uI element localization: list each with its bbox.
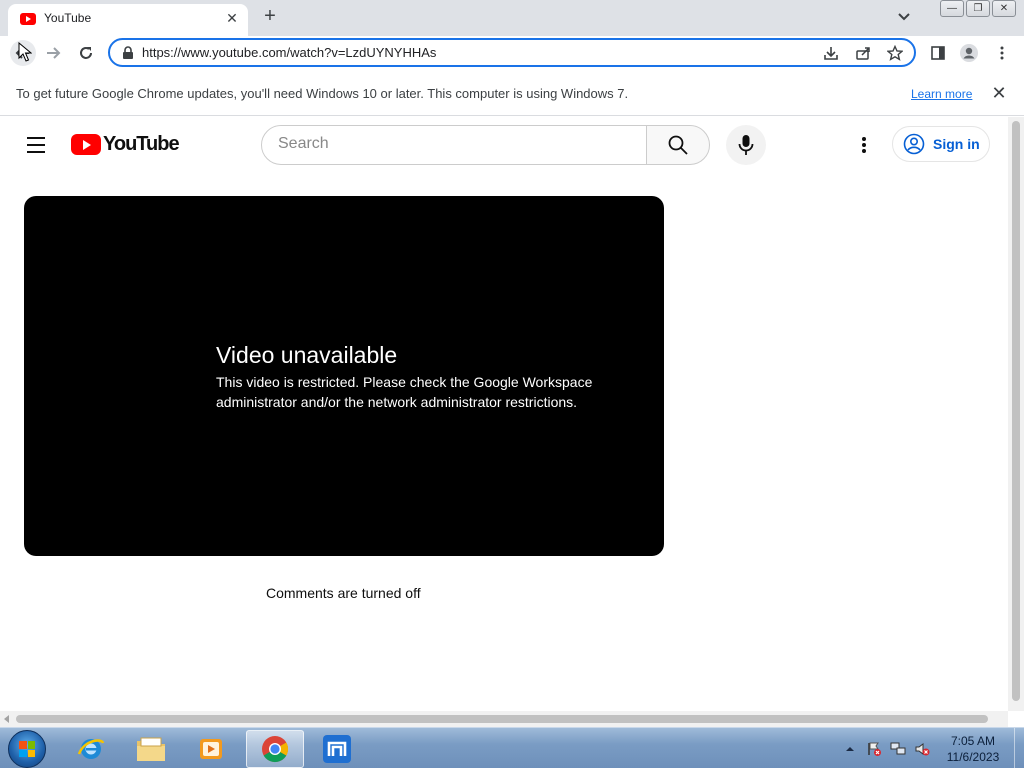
taskbar-media-player[interactable] bbox=[182, 730, 240, 768]
youtube-play-icon bbox=[71, 133, 101, 155]
sign-in-button[interactable]: Sign in bbox=[892, 126, 990, 162]
chrome-icon bbox=[262, 736, 289, 763]
tab-search-chevron-icon[interactable] bbox=[894, 6, 914, 26]
vertical-scroll-thumb[interactable] bbox=[1012, 121, 1020, 701]
maxthon-icon bbox=[323, 735, 351, 763]
microphone-icon bbox=[738, 135, 754, 155]
volume-muted-icon[interactable] bbox=[914, 741, 930, 757]
system-tray bbox=[842, 728, 930, 768]
install-download-icon[interactable] bbox=[820, 43, 842, 63]
scroll-left-icon[interactable] bbox=[4, 715, 9, 723]
taskbar-file-explorer[interactable] bbox=[122, 730, 180, 768]
internet-explorer-icon bbox=[77, 739, 105, 759]
taskbar-internet-explorer[interactable] bbox=[62, 730, 120, 768]
kebab-menu-icon bbox=[1000, 46, 1004, 60]
account-circle-icon bbox=[903, 133, 925, 155]
reload-icon bbox=[80, 47, 92, 59]
youtube-wordmark: YouTube bbox=[103, 132, 180, 155]
profile-button[interactable] bbox=[956, 40, 982, 66]
youtube-favicon-icon bbox=[20, 13, 36, 25]
start-button[interactable] bbox=[8, 730, 46, 768]
voice-search-button[interactable] bbox=[726, 125, 766, 165]
file-explorer-icon bbox=[137, 737, 165, 761]
mouse-cursor-icon bbox=[18, 42, 32, 62]
profile-avatar-icon bbox=[960, 44, 978, 62]
browser-toolbar: https://www.youtube.com/watch?v=LzdUYNYH… bbox=[0, 36, 1024, 70]
tab-close-icon[interactable]: ✕ bbox=[224, 10, 240, 26]
taskbar-clock[interactable]: 7:05 AM 11/6/2023 bbox=[938, 733, 1008, 765]
address-bar[interactable]: https://www.youtube.com/watch?v=LzdUYNYH… bbox=[108, 38, 916, 67]
taskbar-chrome[interactable] bbox=[246, 730, 304, 768]
windows-logo-icon bbox=[19, 741, 35, 757]
hamburger-icon bbox=[27, 137, 45, 139]
video-player[interactable]: Video unavailable This video is restrict… bbox=[24, 196, 664, 556]
video-error-message: This video is restricted. Please check t… bbox=[216, 374, 593, 410]
more-vertical-icon bbox=[862, 137, 866, 153]
forward-button[interactable] bbox=[40, 40, 66, 66]
close-window-button[interactable]: ✕ bbox=[992, 0, 1016, 17]
tab-strip: YouTube ✕ + — ❐ ✕ bbox=[0, 0, 1024, 36]
video-error-title: Video unavailable bbox=[216, 342, 398, 368]
search-box bbox=[261, 125, 647, 165]
clock-date: 11/6/2023 bbox=[946, 750, 1000, 764]
youtube-logo[interactable]: YouTube bbox=[71, 132, 180, 155]
share-icon[interactable] bbox=[852, 43, 874, 63]
lock-icon bbox=[123, 46, 133, 59]
network-icon[interactable] bbox=[890, 741, 906, 757]
omnibox-actions bbox=[820, 43, 906, 63]
tab-title: YouTube bbox=[44, 11, 92, 25]
horizontal-scroll-thumb[interactable] bbox=[16, 715, 988, 723]
side-panel-button[interactable] bbox=[925, 40, 951, 66]
minimize-button[interactable]: — bbox=[940, 0, 964, 17]
window-controls: — ❐ ✕ bbox=[940, 0, 1016, 18]
media-player-icon bbox=[200, 739, 222, 759]
restore-button[interactable]: ❐ bbox=[966, 0, 990, 17]
bookmark-star-icon[interactable] bbox=[884, 43, 906, 63]
guide-menu-button[interactable] bbox=[20, 129, 52, 161]
show-hidden-icons-icon[interactable] bbox=[842, 741, 858, 757]
learn-more-link[interactable]: Learn more bbox=[911, 87, 972, 101]
clock-time: 7:05 AM bbox=[950, 734, 996, 748]
search-button[interactable] bbox=[646, 125, 710, 165]
show-desktop-button[interactable] bbox=[1014, 728, 1024, 768]
new-tab-button[interactable]: + bbox=[258, 4, 282, 28]
sign-in-label: Sign in bbox=[933, 136, 980, 152]
infobar-close-icon[interactable]: ✕ bbox=[989, 83, 1009, 103]
comments-status: Comments are turned off bbox=[266, 585, 421, 601]
action-center-flag-icon[interactable] bbox=[866, 741, 882, 757]
infobar-message: To get future Google Chrome updates, you… bbox=[16, 86, 629, 101]
windows-taskbar: 7:05 AM 11/6/2023 bbox=[0, 727, 1024, 768]
side-panel-icon bbox=[931, 46, 945, 60]
forward-arrow-icon bbox=[47, 47, 61, 59]
reload-button[interactable] bbox=[73, 40, 99, 66]
settings-menu-button[interactable] bbox=[852, 133, 876, 157]
taskbar-maxthon[interactable] bbox=[308, 730, 366, 768]
horizontal-scrollbar[interactable] bbox=[0, 711, 1008, 727]
update-infobar: To get future Google Chrome updates, you… bbox=[0, 72, 1024, 116]
search-input[interactable] bbox=[278, 135, 628, 153]
youtube-page: YouTube Sign in Video unavailable This v… bbox=[0, 117, 1008, 711]
search-icon bbox=[668, 135, 688, 155]
url-text: https://www.youtube.com/watch?v=LzdUYNYH… bbox=[142, 45, 437, 60]
chrome-menu-button[interactable] bbox=[989, 40, 1015, 66]
vertical-scrollbar[interactable] bbox=[1008, 117, 1024, 711]
tab-youtube[interactable]: YouTube ✕ bbox=[8, 4, 248, 36]
